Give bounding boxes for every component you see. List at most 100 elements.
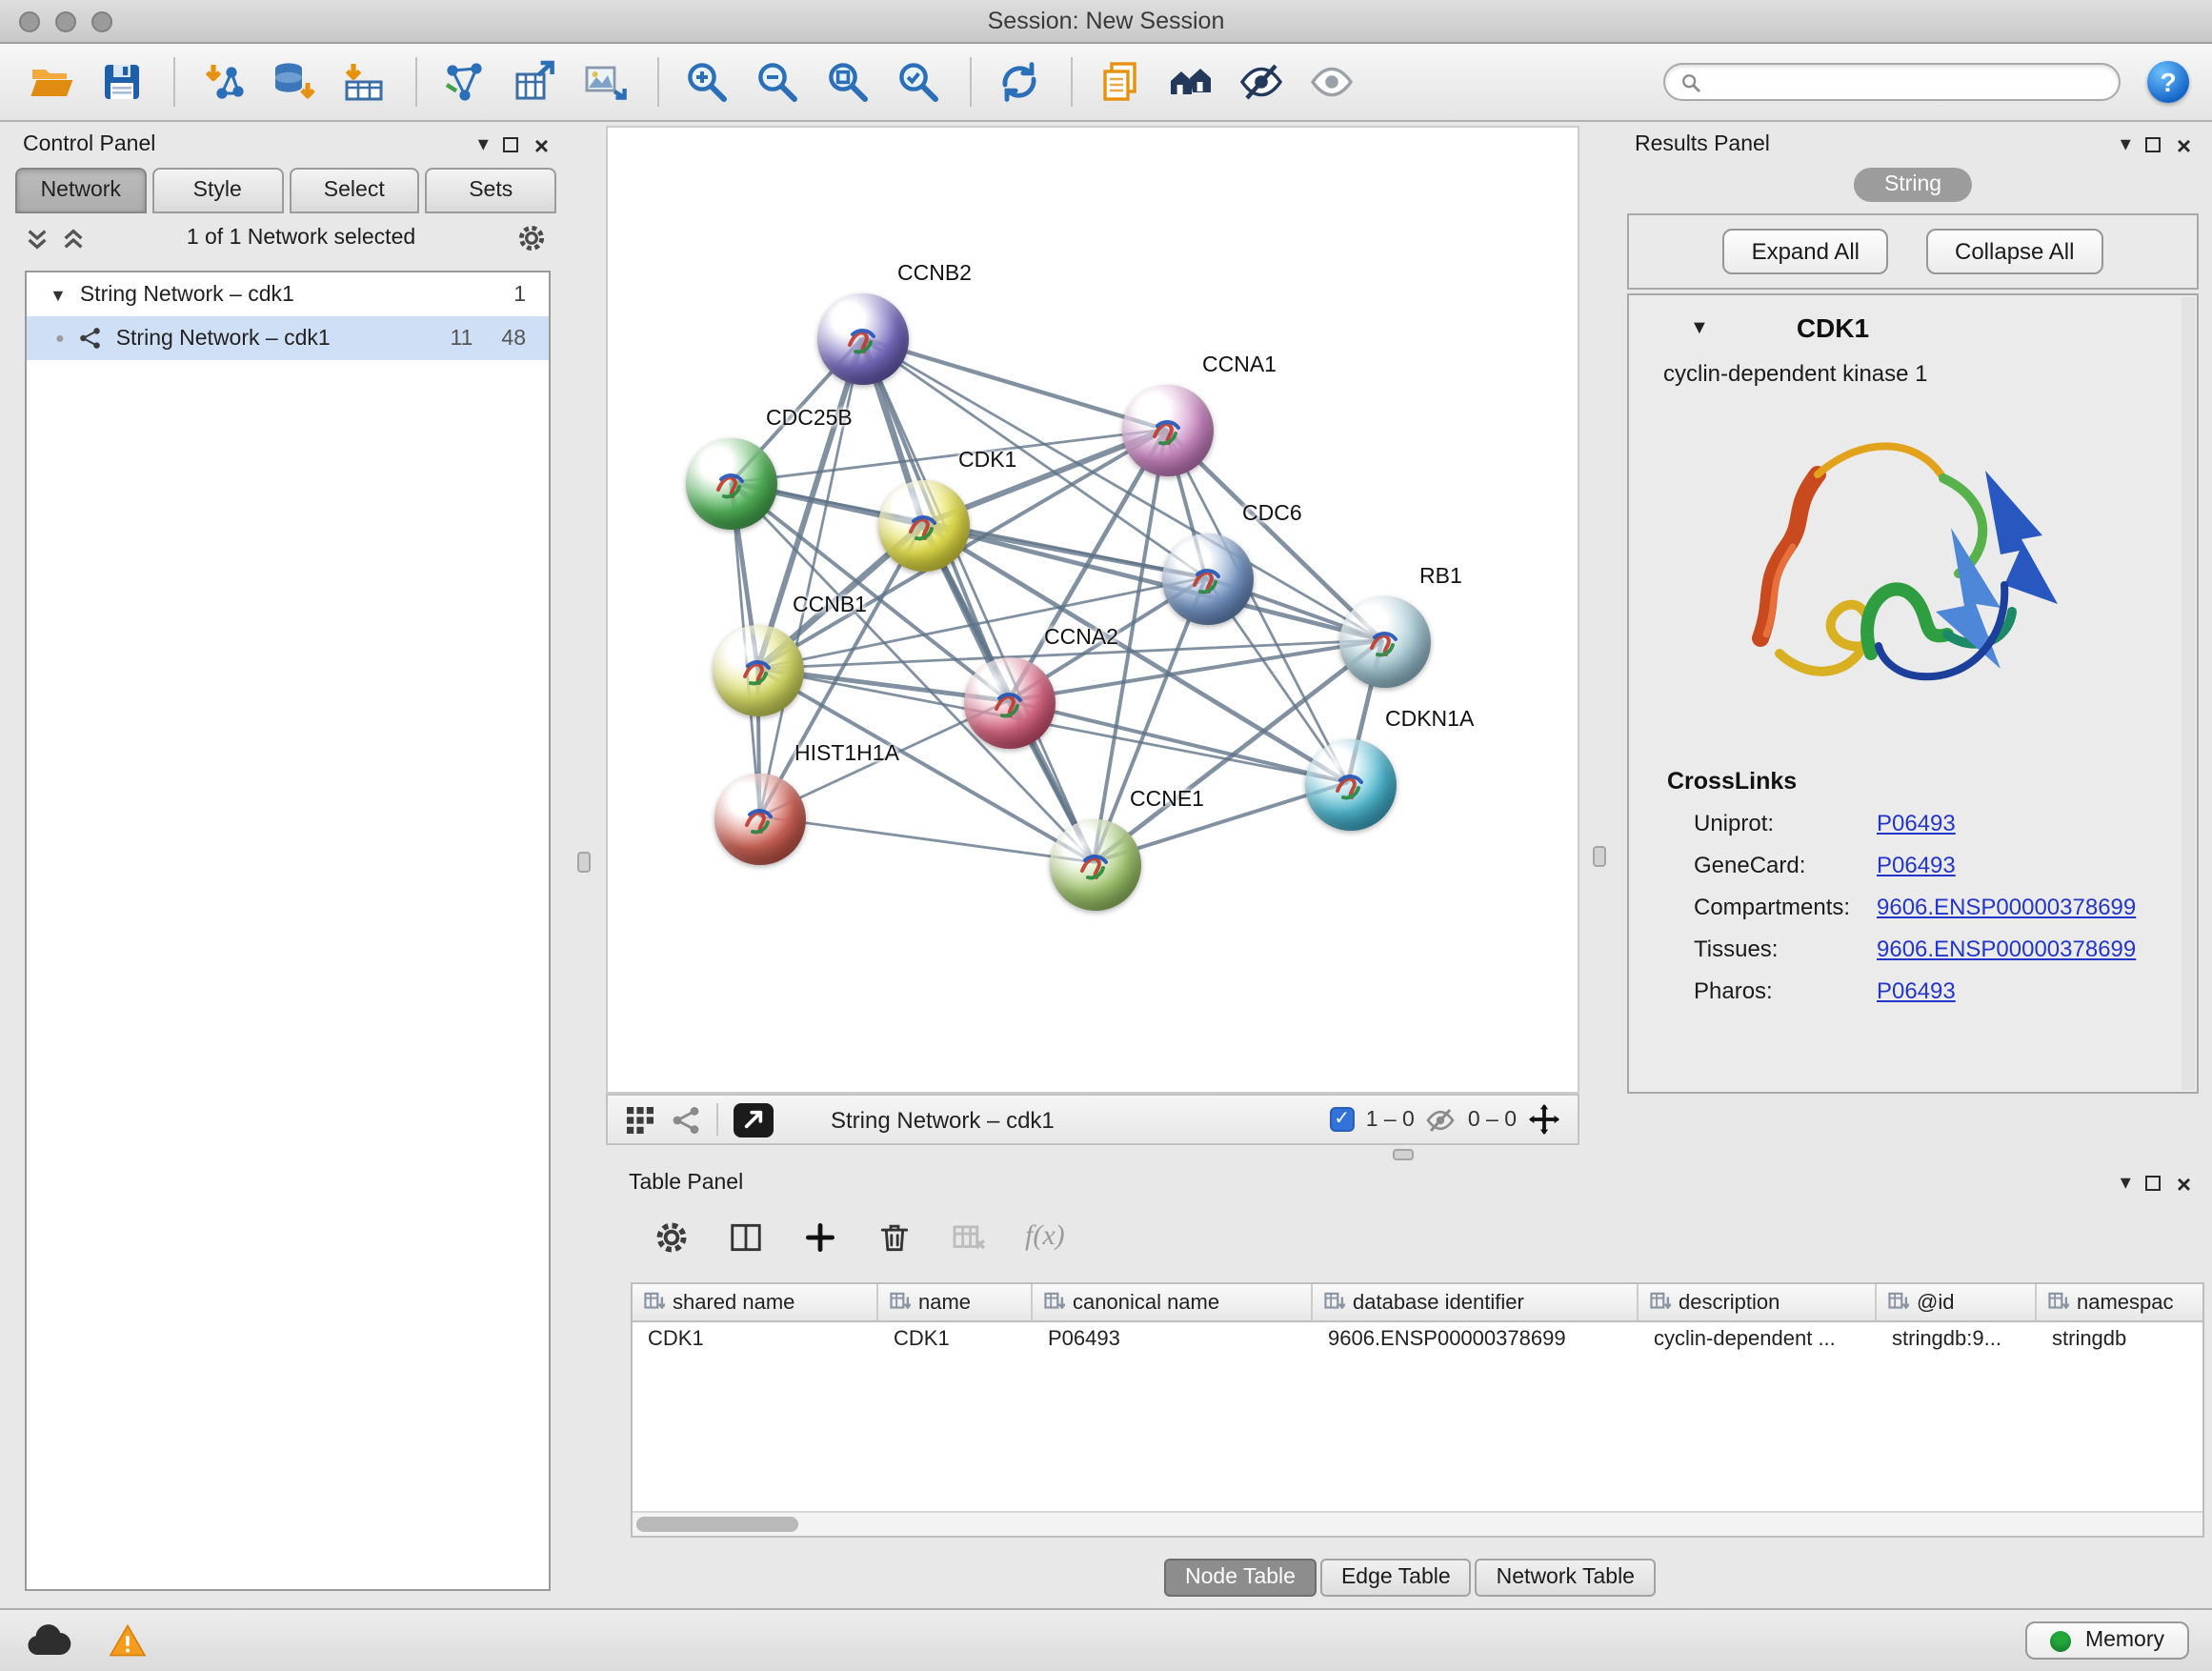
tab-network-table[interactable]: Network Table	[1476, 1559, 1656, 1597]
column-header--id[interactable]: @id	[1877, 1284, 2037, 1320]
table-header-row: shared namenamecanonical namedatabase id…	[633, 1284, 2202, 1322]
crosslink-link[interactable]: 9606.ENSP00000378699	[1877, 936, 2136, 962]
zoom-selected-icon[interactable]	[890, 53, 947, 111]
selected-checkbox-icon[interactable]: ✓	[1330, 1107, 1355, 1132]
window-zoom-button[interactable]	[91, 11, 112, 32]
zoom-out-icon[interactable]	[749, 53, 806, 111]
search-box[interactable]	[1663, 63, 2121, 101]
network-node-ccna1[interactable]	[1122, 385, 1214, 476]
scrollbar-thumb[interactable]	[636, 1517, 798, 1532]
window-close-button[interactable]	[19, 11, 40, 32]
splitter-handle-right[interactable]	[1593, 846, 1606, 867]
panel-close-icon[interactable]: ×	[534, 132, 549, 157]
column-header-description[interactable]: description	[1639, 1284, 1877, 1320]
section-collapse-icon[interactable]: ▼	[1690, 317, 1709, 338]
tab-node-table[interactable]: Node Table	[1164, 1559, 1317, 1597]
crosslink-link[interactable]: P06493	[1877, 810, 1956, 836]
export-image-icon[interactable]	[577, 53, 634, 111]
expand-all-button[interactable]: Expand All	[1723, 229, 1888, 274]
crosslink-link[interactable]: P06493	[1877, 977, 1956, 1004]
expand-all-networks-icon[interactable]	[61, 226, 86, 251]
crosslink-row: Compartments:9606.ENSP00000378699	[1629, 878, 2197, 920]
new-network-from-selection-icon[interactable]	[436, 53, 493, 111]
column-header-namespac[interactable]: namespac	[2037, 1284, 2204, 1320]
splitter-handle-left[interactable]	[577, 852, 591, 873]
splitter-handle-bottom[interactable]	[1393, 1149, 1414, 1160]
column-header-shared-name[interactable]: shared name	[633, 1284, 878, 1320]
network-canvas[interactable]: CCNB2CCNA1CDC25BCDK1CDC6RB1CCNB1CCNA2CDK…	[606, 126, 1579, 1094]
search-input[interactable]	[1711, 70, 2103, 93]
column-header-database-identifier[interactable]: database identifier	[1313, 1284, 1639, 1320]
export-table-icon[interactable]	[507, 53, 564, 111]
protein-description: cyclin-dependent kinase 1	[1629, 343, 2197, 387]
zoom-in-icon[interactable]	[678, 53, 735, 111]
network-row-selected[interactable]: ● String Network – cdk1 11 48	[27, 316, 549, 360]
column-header-name[interactable]: name	[878, 1284, 1033, 1320]
network-collection-row[interactable]: ▼ String Network – cdk1 1	[27, 272, 549, 316]
tab-sets[interactable]: Sets	[426, 168, 557, 213]
panel-menu-icon[interactable]: ▾	[2121, 134, 2131, 155]
show-columns-icon[interactable]	[728, 1218, 764, 1255]
pan-crosshair-icon[interactable]	[1528, 1103, 1560, 1136]
node-count: 11	[451, 327, 473, 350]
save-session-icon[interactable]	[93, 53, 151, 111]
help-button[interactable]: ?	[2147, 61, 2189, 103]
crosslink-link[interactable]: 9606.ENSP00000378699	[1877, 894, 2136, 920]
network-node-cdc6[interactable]	[1162, 534, 1254, 625]
network-node-ccne1[interactable]	[1050, 819, 1141, 911]
table-panel: Table Panel ▾ × f(x)	[615, 1164, 2204, 1608]
collapse-all-networks-icon[interactable]	[25, 226, 50, 251]
add-column-icon[interactable]	[802, 1218, 838, 1255]
tab-string[interactable]: String	[1854, 168, 1972, 202]
hidden-eye-icon	[1426, 1104, 1457, 1135]
open-documentation-icon[interactable]	[1092, 53, 1149, 111]
hide-selected-icon[interactable]	[1233, 53, 1290, 111]
panel-float-icon[interactable]	[504, 137, 519, 152]
delete-column-icon[interactable]	[876, 1218, 913, 1255]
panel-menu-icon[interactable]: ▾	[2121, 1173, 2131, 1194]
network-node-ccnb2[interactable]	[817, 293, 909, 385]
tab-style[interactable]: Style	[152, 168, 284, 213]
crosslink-link[interactable]: P06493	[1877, 852, 1956, 878]
table-horizontal-scrollbar[interactable]	[633, 1511, 2202, 1536]
panel-close-icon[interactable]: ×	[2177, 132, 2191, 157]
network-node-rb1[interactable]	[1339, 596, 1431, 688]
network-options-gear-icon[interactable]	[516, 223, 547, 253]
results-scrollbar[interactable]	[2182, 297, 2195, 1090]
panel-close-icon[interactable]: ×	[2177, 1171, 2191, 1196]
cloud-status-icon[interactable]	[23, 1623, 74, 1658]
table-row[interactable]: CDK1CDK1P064939606.ENSP00000378699cyclin…	[633, 1322, 2202, 1359]
window-minimize-button[interactable]	[55, 11, 76, 32]
tab-edge-table[interactable]: Edge Table	[1320, 1559, 1472, 1597]
network-node-ccna2[interactable]	[964, 657, 1056, 749]
network-node-cdc25b[interactable]	[686, 438, 777, 530]
warning-icon[interactable]	[109, 1623, 147, 1658]
panel-float-icon[interactable]	[2146, 137, 2162, 152]
panel-menu-icon[interactable]: ▾	[478, 134, 489, 155]
zoom-fit-content-icon[interactable]	[819, 53, 876, 111]
network-share-icon[interactable]	[671, 1104, 701, 1135]
network-node-cdkn1a[interactable]	[1305, 739, 1397, 831]
tab-network[interactable]: Network	[15, 168, 147, 213]
show-all-icon[interactable]	[1303, 53, 1360, 111]
detach-view-button[interactable]	[734, 1102, 774, 1137]
tree-expander-icon[interactable]: ▼	[50, 285, 67, 304]
collapse-all-button[interactable]: Collapse All	[1926, 229, 2102, 274]
open-session-icon[interactable]	[23, 53, 80, 111]
collection-label: String Network – cdk1	[80, 283, 294, 306]
apply-preferred-layout-icon[interactable]	[991, 53, 1048, 111]
string-home-icon[interactable]	[1162, 53, 1219, 111]
tab-select[interactable]: Select	[289, 168, 420, 213]
network-node-cdk1[interactable]	[878, 480, 970, 572]
birdseye-grid-icon[interactable]	[625, 1104, 655, 1135]
import-network-from-database-icon[interactable]	[265, 53, 322, 111]
import-network-from-file-icon[interactable]	[194, 53, 251, 111]
panel-float-icon[interactable]	[2146, 1176, 2162, 1191]
function-builder-icon[interactable]: f(x)	[1025, 1220, 1065, 1253]
import-table-from-file-icon[interactable]	[335, 53, 392, 111]
memory-button[interactable]: Memory	[2026, 1621, 2189, 1660]
network-node-hist1h1a[interactable]	[714, 774, 806, 865]
table-settings-gear-icon[interactable]	[654, 1218, 690, 1255]
column-header-canonical-name[interactable]: canonical name	[1033, 1284, 1313, 1320]
network-node-ccnb1[interactable]	[713, 625, 804, 716]
